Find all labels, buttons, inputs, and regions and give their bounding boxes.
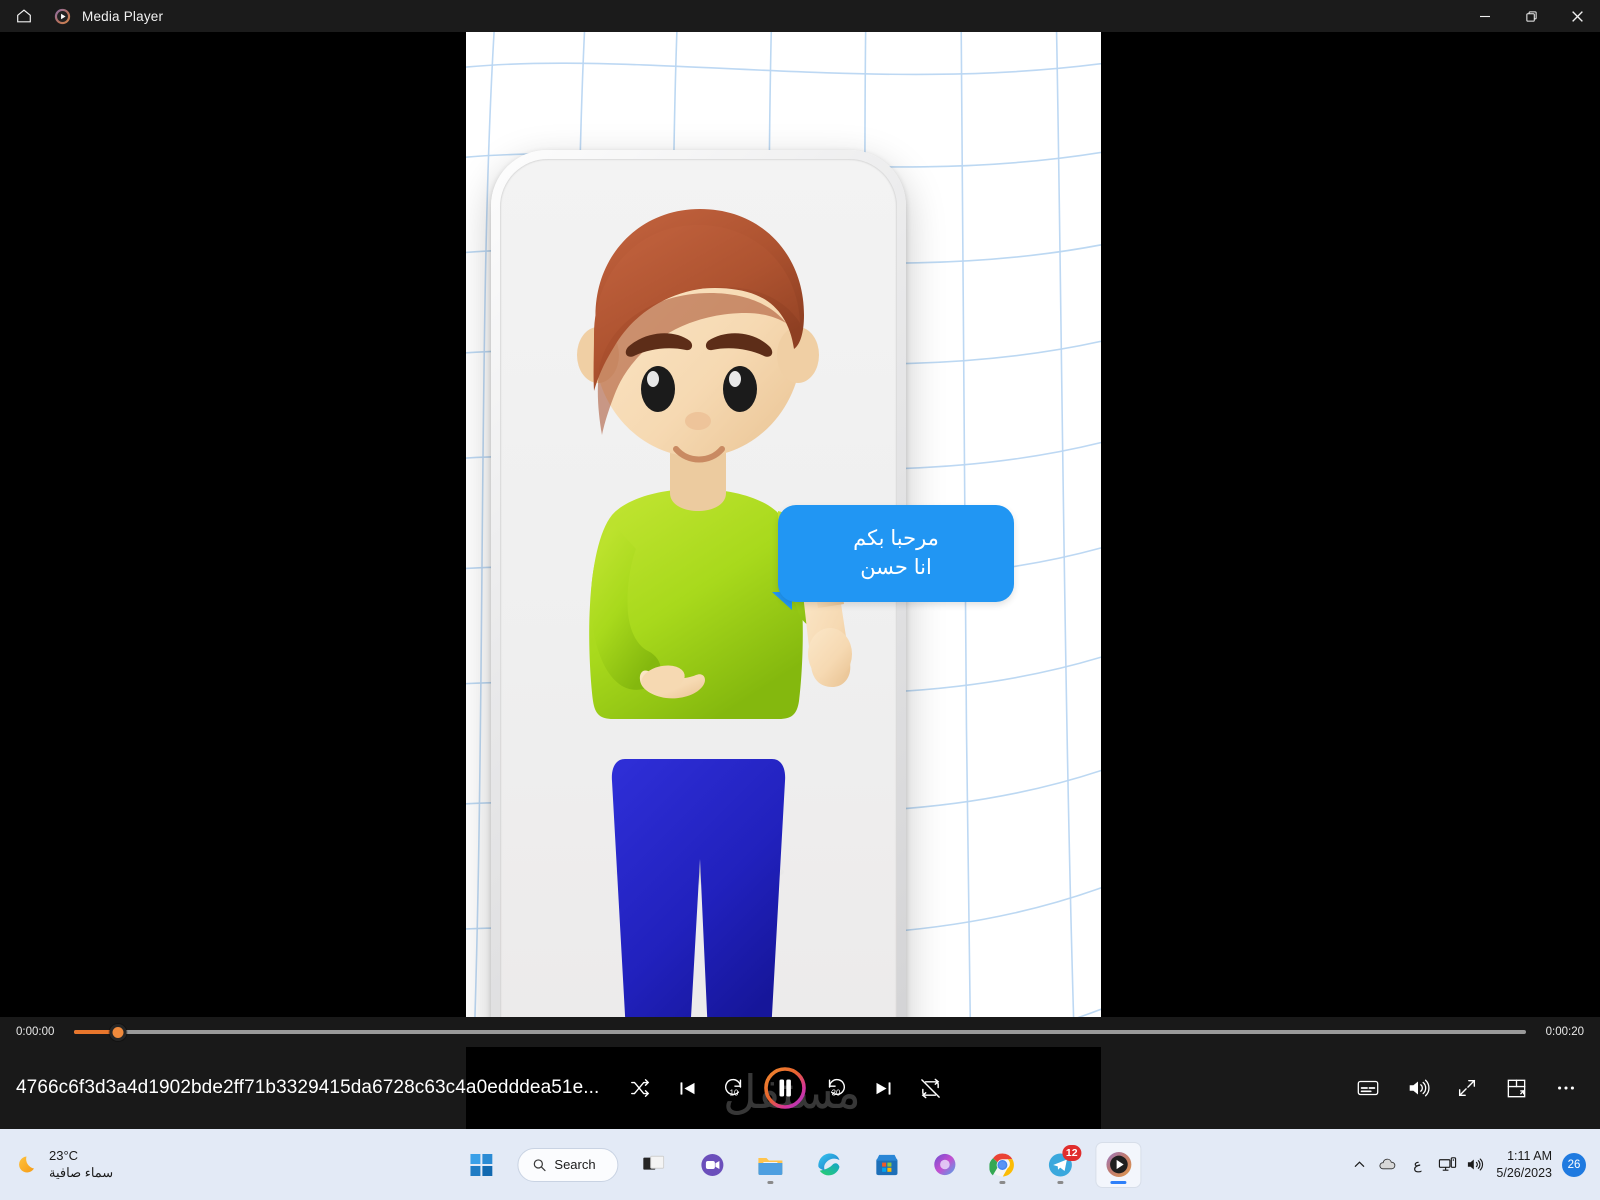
playback-controls: 10 30 — [620, 1047, 950, 1129]
telegram-button[interactable]: 12 — [1039, 1143, 1083, 1187]
speech-bubble-line-1: مرحبا بكم — [853, 526, 939, 550]
office-button[interactable] — [923, 1143, 967, 1187]
start-button[interactable] — [459, 1143, 503, 1187]
running-indicator — [999, 1180, 1006, 1184]
clock-date: 5/26/2023 — [1496, 1165, 1552, 1180]
captions-icon[interactable] — [1350, 1070, 1386, 1106]
weather-widget[interactable]: 23°C سماء صافية — [16, 1148, 113, 1181]
close-button[interactable] — [1554, 0, 1600, 32]
video-stage[interactable]: مرحبا بكم انا حسن — [0, 32, 1600, 1017]
search-icon — [533, 1158, 546, 1171]
seek-bar-row: 0:00:00 0:00:20 — [0, 1017, 1600, 1047]
pause-button[interactable] — [761, 1064, 809, 1112]
svg-text:30: 30 — [832, 1088, 841, 1097]
file-explorer-button[interactable] — [749, 1143, 793, 1187]
forward-30-icon[interactable]: 30 — [816, 1068, 856, 1108]
mini-player-icon[interactable] — [1499, 1070, 1535, 1106]
store-icon — [876, 1154, 898, 1176]
fullscreen-icon[interactable] — [1449, 1070, 1485, 1106]
window-title: Media Player — [82, 8, 164, 24]
seek-thumb[interactable] — [109, 1023, 127, 1041]
title-bar: Media Player — [0, 0, 1600, 32]
running-indicator — [1057, 1180, 1064, 1184]
current-time: 0:00:00 — [16, 1026, 55, 1038]
player-options — [1350, 1047, 1584, 1129]
clock-time: 1:11 AM — [1507, 1149, 1552, 1164]
rewind-10-icon[interactable]: 10 — [714, 1068, 754, 1108]
system-tray: ع 1:11 AM 5/26/2023 26 — [1346, 1145, 1600, 1185]
weather-temperature: 23°C — [49, 1148, 79, 1164]
chat-video-icon — [701, 1153, 724, 1176]
file-name-label: 4766c6f3d3a4d1902bde2ff71b3329415da6728c… — [16, 1077, 600, 1098]
speaker-icon[interactable] — [1462, 1145, 1488, 1185]
crescent-moon-icon — [19, 1156, 34, 1172]
minimize-button[interactable] — [1462, 0, 1508, 32]
weather-description: سماء صافية — [49, 1164, 114, 1180]
video-content: مرحبا بكم انا حسن — [466, 32, 1101, 1017]
task-view-icon — [643, 1155, 665, 1170]
running-indicator — [767, 1180, 774, 1184]
chevron-up-icon[interactable] — [1346, 1145, 1372, 1185]
repeat-off-icon[interactable] — [910, 1068, 950, 1108]
taskbar: 23°C سماء صافية Search 12 ع 1:11 AM 5/26… — [0, 1129, 1600, 1200]
svg-text:10: 10 — [730, 1088, 739, 1097]
media-player-icon — [1106, 1152, 1132, 1177]
chat-button[interactable] — [691, 1143, 735, 1187]
language-indicator[interactable]: ع — [1402, 1145, 1432, 1185]
task-view-button[interactable] — [633, 1143, 677, 1187]
search-placeholder: Search — [554, 1157, 596, 1172]
chrome-button[interactable] — [981, 1143, 1025, 1187]
taskbar-apps: Search 12 — [459, 1142, 1141, 1187]
search-input[interactable]: Search — [517, 1147, 619, 1182]
edge-button[interactable] — [807, 1143, 851, 1187]
windows-logo-icon — [470, 1153, 493, 1176]
media-player-window: Media Player مرحبا بكم انا حسن مستقل 0:0… — [0, 0, 1600, 1200]
active-indicator — [1110, 1180, 1127, 1184]
chrome-icon — [989, 1152, 1015, 1176]
volume-icon[interactable] — [1400, 1070, 1436, 1106]
speech-bubble: مرحبا بكم انا حسن — [778, 505, 1014, 602]
speech-bubble-line-2: انا حسن — [860, 555, 932, 579]
microsoft-store-button[interactable] — [865, 1143, 909, 1187]
edge-icon — [818, 1153, 840, 1176]
control-bar: 4766c6f3d3a4d1902bde2ff71b3329415da6728c… — [0, 1047, 1600, 1129]
office-icon — [933, 1153, 956, 1176]
seek-slider[interactable] — [74, 1017, 1526, 1047]
previous-track-icon[interactable] — [667, 1068, 707, 1108]
cloud-icon[interactable] — [1374, 1145, 1400, 1185]
telegram-badge: 12 — [1061, 1144, 1082, 1161]
clock[interactable]: 1:11 AM 5/26/2023 — [1496, 1148, 1552, 1181]
total-time: 0:00:20 — [1545, 1026, 1584, 1038]
next-track-icon[interactable] — [863, 1068, 903, 1108]
maximize-button[interactable] — [1508, 0, 1554, 32]
seek-track[interactable] — [74, 1030, 1526, 1034]
notification-badge[interactable]: 26 — [1562, 1152, 1586, 1177]
home-icon[interactable] — [0, 0, 48, 32]
shuffle-icon[interactable] — [620, 1068, 660, 1108]
more-options-icon[interactable] — [1548, 1070, 1584, 1106]
folder-icon — [758, 1157, 783, 1175]
media-player-button[interactable] — [1096, 1142, 1141, 1187]
media-player-icon — [48, 0, 76, 32]
network-icon[interactable] — [1434, 1145, 1460, 1185]
